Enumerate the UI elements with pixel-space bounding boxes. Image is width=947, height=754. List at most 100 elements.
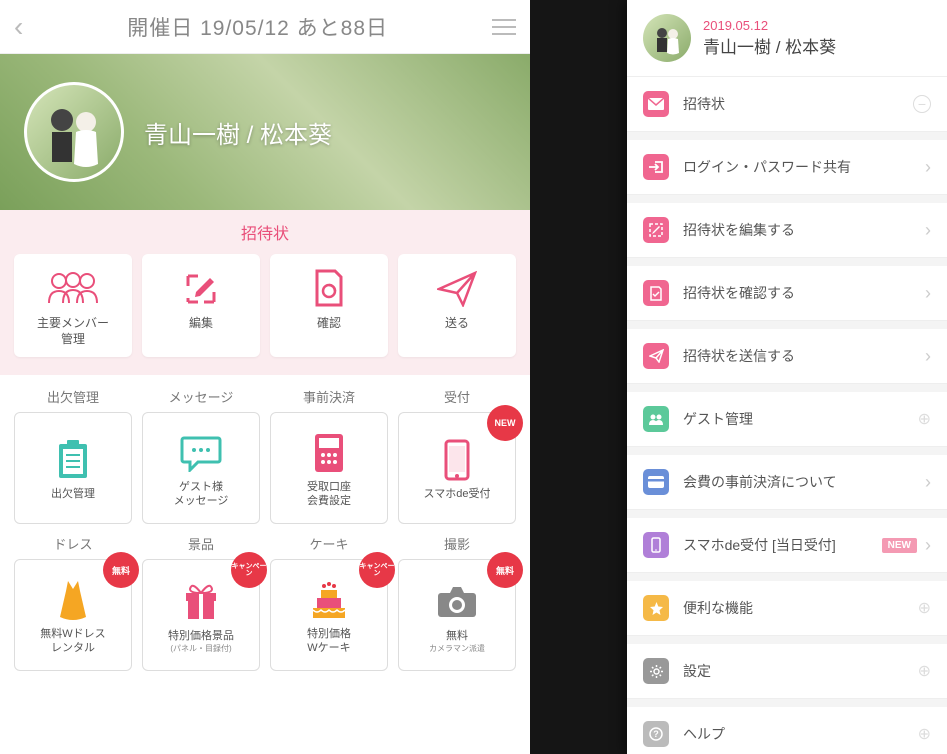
chevron-right-icon: › [925,346,931,367]
menu-item-gear[interactable]: 設定⊕ [627,644,947,699]
message-card[interactable]: ゲスト様 メッセージ [142,412,260,524]
topbar-title: 開催日 19/05/12 あと88日 [23,12,492,42]
menu-label: ログイン・パスワード共有 [683,157,925,177]
prize-label: 特別価格景品 [147,629,255,643]
menu-label: ヘルプ [683,724,918,744]
gear-icon [643,658,669,684]
plus-icon: ⊕ [918,661,931,681]
members-card[interactable]: 主要メンバー 管理 [14,254,132,357]
col-header-dress: ドレス [14,534,132,553]
reception-label: スマホde受付 [403,487,511,501]
cake-label: 特別価格 Wケーキ [275,627,383,656]
help-icon: ? [643,721,669,747]
confirm-label: 確認 [274,316,384,332]
couple-avatar [24,82,124,182]
send-card[interactable]: 送る [398,254,516,357]
star-icon [643,595,669,621]
edit-label: 編集 [146,316,256,332]
hero-banner: 青山一樹 / 松本葵 [0,54,530,210]
members-label: 主要メンバー 管理 [18,316,128,347]
send-icon [643,343,669,369]
menu-item-card[interactable]: 会費の事前決済について› [627,455,947,510]
reception-card[interactable]: NEW スマホde受付 [398,412,516,524]
dress-label: 無料Wドレス レンタル [19,627,127,656]
edit-card[interactable]: 編集 [142,254,260,357]
topbar: ‹ 開催日 19/05/12 あと88日 [0,0,530,54]
menu-label: スマホde受付 [当日受付] [683,535,882,555]
menu-label: 招待状を編集する [683,220,925,240]
side-drawer: 2019.05.12 青山一樹 / 松本葵 招待状−ログイン・パスワード共有›招… [627,0,947,754]
photo-sublabel: カメラマン派遣 [403,644,511,654]
menu-label: 招待状を送信する [683,346,925,366]
drawer-avatar [643,14,691,62]
cake-card[interactable]: キャンペーン 特別価格 Wケーキ [270,559,388,671]
guests-icon [643,406,669,432]
attendance-label: 出欠管理 [19,487,127,501]
chevron-right-icon: › [925,157,931,178]
message-label: ゲスト様 メッセージ [147,480,255,509]
edit-icon [643,217,669,243]
plus-icon: ⊕ [918,598,931,618]
drawer-header: 2019.05.12 青山一樹 / 松本葵 [627,0,947,77]
col-header-attendance: 出欠管理 [14,387,132,406]
col-header-message: メッセージ [142,387,260,406]
drawer-names: 青山一樹 / 松本葵 [703,33,836,58]
menu-button[interactable] [492,14,516,40]
prize-card[interactable]: キャンペーン 特別価格景品 (パネル・目録付) [142,559,260,671]
prize-sublabel: (パネル・目録付) [147,644,255,654]
campaign-badge: キャンペーン [231,552,267,588]
col-header-payment: 事前決済 [270,387,388,406]
menu-label: 会費の事前決済について [683,472,925,492]
clipboard-icon [19,439,127,481]
campaign-badge-2: キャンペーン [359,552,395,588]
menu-item-star[interactable]: 便利な機能⊕ [627,581,947,636]
new-tag: NEW [882,538,917,553]
plus-icon: ⊕ [918,724,931,744]
send-icon [402,268,512,310]
dress-card[interactable]: 無料 無料Wドレス レンタル [14,559,132,671]
chevron-right-icon: › [925,535,931,556]
menu-item-envelope[interactable]: 招待状− [627,77,947,132]
menu-item-check-doc[interactable]: 招待状を確認する› [627,266,947,321]
phone-icon [643,532,669,558]
attendance-card[interactable]: 出欠管理 [14,412,132,524]
payment-card[interactable]: 受取口座 会費設定 [270,412,388,524]
menu-label: 設定 [683,661,918,681]
col-header-cake: ケーキ [270,534,388,553]
edit-icon [146,268,256,310]
check-doc-icon [643,280,669,306]
col-header-photo: 撮影 [398,534,516,553]
chat-icon [147,432,255,474]
free-badge: 無料 [103,552,139,588]
menu-label: 招待状を確認する [683,283,925,303]
menu-label: 便利な機能 [683,598,918,618]
invite-section: 招待状 主要メンバー 管理 編集 確認 [0,210,530,375]
drawer-date: 2019.05.12 [703,18,836,33]
phone-icon [403,439,511,481]
photo-card[interactable]: 無料 無料 カメラマン派遣 [398,559,516,671]
back-button[interactable]: ‹ [14,11,23,43]
card-icon [643,469,669,495]
invite-section-title: 招待状 [14,220,516,244]
camera-icon [403,581,511,623]
chevron-right-icon: › [925,220,931,241]
confirm-card[interactable]: 確認 [270,254,388,357]
menu-label: ゲスト管理 [683,409,918,429]
menu-item-help[interactable]: ? ヘルプ⊕ [627,707,947,754]
envelope-icon [643,91,669,117]
svg-text:?: ? [653,729,659,739]
free-badge-2: 無料 [487,552,523,588]
menu-item-login[interactable]: ログイン・パスワード共有› [627,140,947,195]
menu-item-edit[interactable]: 招待状を編集する› [627,203,947,258]
menu-item-phone[interactable]: スマホde受付 [当日受付]NEW › [627,518,947,573]
col-header-reception: 受付 [398,387,516,406]
payment-label: 受取口座 会費設定 [275,480,383,509]
chevron-right-icon: › [925,283,931,304]
chevron-right-icon: › [925,472,931,493]
photo-label: 無料 [403,629,511,643]
overlay-scrim[interactable] [530,0,627,754]
send-label: 送る [402,316,512,332]
menu-item-send[interactable]: 招待状を送信する› [627,329,947,384]
menu-item-guests[interactable]: ゲスト管理⊕ [627,392,947,447]
feature-grid: 出欠管理 出欠管理 メッセージ ゲスト様 メッセージ 事前決 [0,375,530,687]
